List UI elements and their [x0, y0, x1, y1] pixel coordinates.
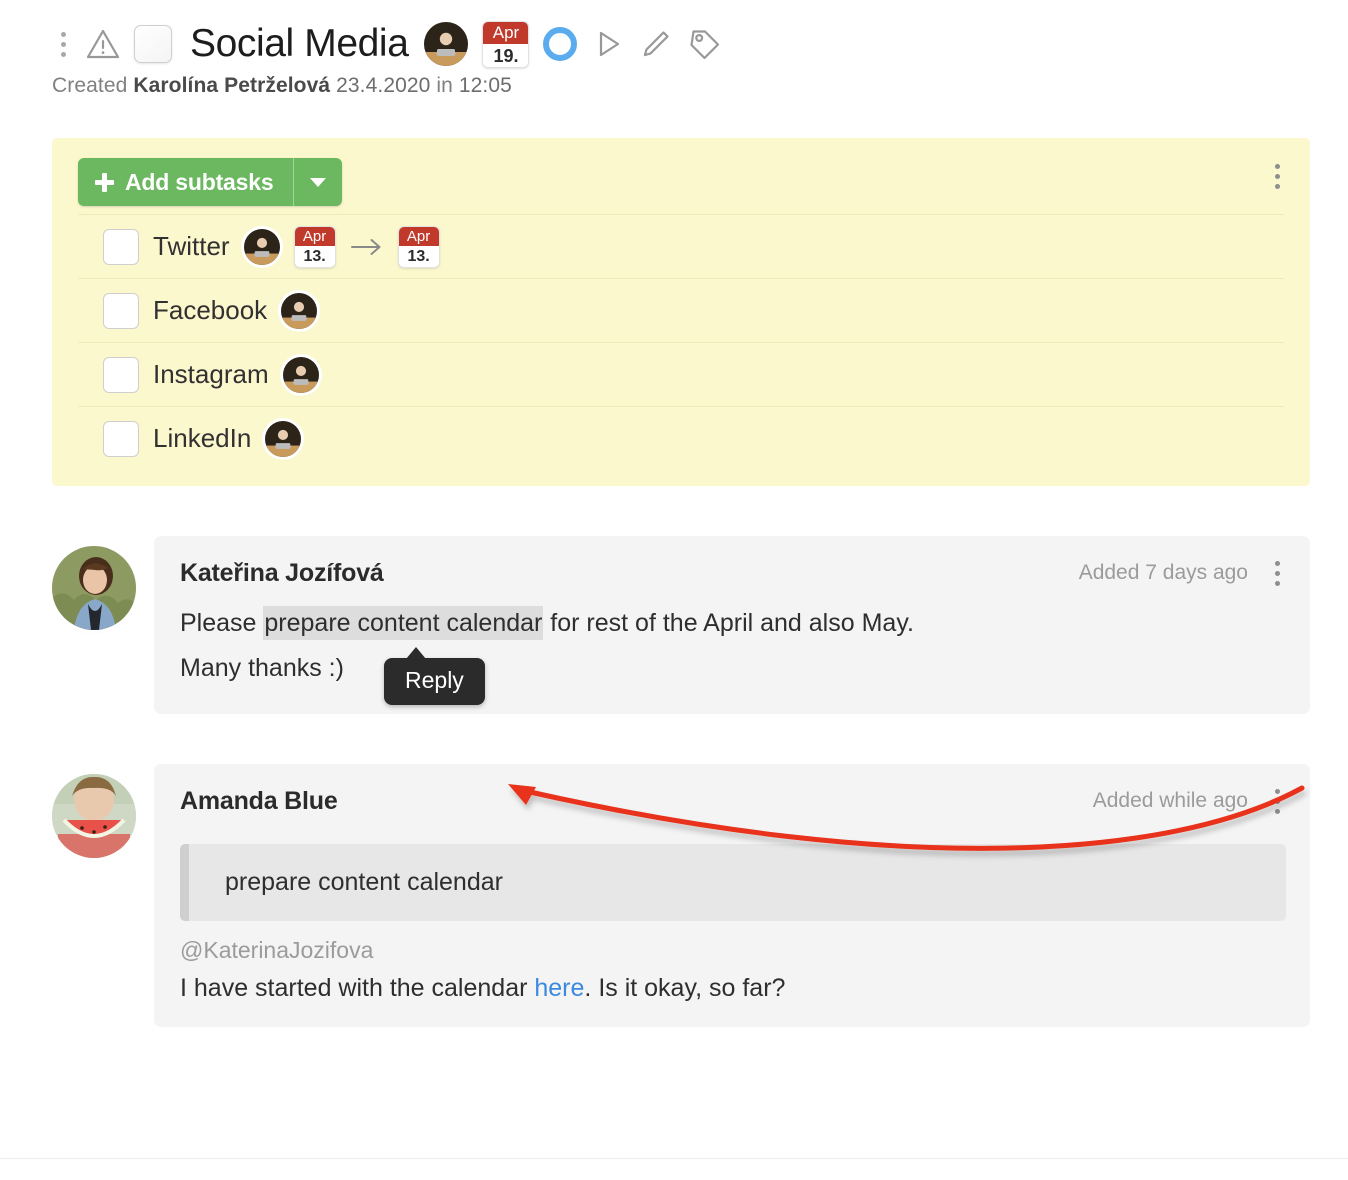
comments-area: Kateřina Jozífová Added 7 days ago Pleas…	[0, 536, 1348, 1027]
comment-options-menu-icon[interactable]	[1268, 784, 1286, 818]
created-date: 23.4.2020	[336, 74, 431, 97]
start-date-day: 13.	[294, 245, 335, 267]
page-title: Social Media	[190, 22, 409, 65]
created-in-word: in	[436, 74, 453, 97]
task-detail-page: Social Media Apr 19. Created Karolína Pe…	[0, 0, 1348, 1180]
plus-icon	[95, 172, 114, 192]
comment-text-line-2: Many thanks :)	[180, 654, 344, 682]
comment-author: Kateřina Jozífová	[180, 558, 384, 587]
subtasks-panel: Add subtasks Twitter Apr 13. Apr 13. Fac…	[52, 138, 1310, 486]
quoted-text-block: prepare content calendar	[180, 844, 1286, 921]
subtask-due-date-badge[interactable]: Apr 13.	[397, 225, 440, 268]
due-date-badge[interactable]: Apr 19.	[482, 20, 530, 68]
due-date-month: Apr	[398, 226, 439, 246]
comment-timestamp: Added while ago	[1092, 789, 1248, 812]
subtask-checkbox[interactable]	[103, 420, 139, 457]
subtask-row[interactable]: Facebook	[78, 278, 1284, 342]
reply-text-suffix: . Is it okay, so far?	[584, 974, 786, 1002]
due-date-day: 13.	[398, 245, 439, 267]
comment: Amanda Blue Added while ago prepare cont…	[52, 764, 1310, 1027]
tag-icon[interactable]	[687, 27, 721, 61]
reply-text-prefix: I have started with the calendar	[180, 974, 535, 1002]
assignee-avatar[interactable]	[424, 22, 469, 66]
subtask-checkbox[interactable]	[103, 292, 139, 329]
circle-ring-icon[interactable]	[543, 27, 578, 61]
subtask-checkbox[interactable]	[103, 228, 139, 265]
subtask-start-date-badge[interactable]: Apr 13.	[293, 225, 336, 268]
comment-text-line-1: Please prepare content calendar for rest…	[180, 602, 1286, 645]
comment: Kateřina Jozífová Added 7 days ago Pleas…	[52, 536, 1310, 714]
subtask-checkbox[interactable]	[103, 356, 139, 393]
reply-tooltip-label: Reply	[405, 667, 464, 693]
subtask-label: Instagram	[153, 359, 269, 389]
add-subtasks-button[interactable]: Add subtasks	[78, 158, 343, 206]
avatar-katerina-jozifova[interactable]	[52, 546, 136, 630]
comment-body: Kateřina Jozífová Added 7 days ago Pleas…	[154, 536, 1310, 714]
play-triangle-icon[interactable]	[591, 27, 625, 61]
subtask-assignee-avatar[interactable]	[281, 292, 318, 329]
subtask-label: Twitter	[153, 231, 230, 261]
subtask-label: LinkedIn	[153, 423, 252, 453]
comment-reply-text: I have started with the calendar here. I…	[180, 974, 1286, 1003]
selected-text-highlight[interactable]: prepare content calendar	[263, 606, 544, 640]
subtask-row[interactable]: Twitter Apr 13. Apr 13.	[78, 214, 1284, 278]
start-date-month: Apr	[294, 226, 335, 246]
comment-text-prefix: Please	[180, 609, 264, 637]
comment-timestamp: Added 7 days ago	[1078, 561, 1248, 584]
reply-tooltip[interactable]: Reply	[384, 647, 485, 705]
subtask-label: Facebook	[153, 295, 268, 325]
warning-triangle-icon	[86, 27, 120, 61]
created-author: Karolína Petrželová	[133, 74, 331, 97]
created-prefix: Created	[52, 74, 128, 97]
task-options-menu-icon[interactable]	[54, 27, 72, 61]
subtask-row[interactable]: Instagram	[78, 342, 1284, 406]
inline-link-here[interactable]: here	[534, 974, 584, 1002]
arrow-right-icon	[350, 236, 384, 258]
comment-options-menu-icon[interactable]	[1268, 556, 1286, 590]
due-date-day: 19.	[483, 43, 529, 67]
add-subtasks-dropdown[interactable]	[293, 158, 342, 206]
comment-author: Amanda Blue	[180, 786, 338, 815]
comment-body: Amanda Blue Added while ago prepare cont…	[154, 764, 1310, 1027]
task-header: Social Media Apr 19.	[0, 0, 1348, 68]
avatar-amanda-blue[interactable]	[52, 774, 136, 858]
subtask-assignee-avatar[interactable]	[243, 228, 280, 265]
subtask-row[interactable]: LinkedIn	[78, 406, 1284, 470]
pencil-icon[interactable]	[639, 27, 673, 61]
footer-divider	[0, 1158, 1348, 1180]
due-date-month: Apr	[483, 21, 529, 44]
comment-header: Kateřina Jozífová Added 7 days ago	[180, 556, 1286, 590]
chevron-down-icon	[310, 177, 327, 187]
comment-text-suffix: for rest of the April and also May.	[543, 609, 914, 637]
add-subtasks-label: Add subtasks	[125, 168, 274, 195]
created-info: Created Karolína Petrželová 23.4.2020 in…	[0, 62, 1348, 98]
task-complete-checkbox[interactable]	[134, 25, 172, 63]
mention-label[interactable]: @KaterinaJozifova	[180, 937, 1286, 964]
subtask-assignee-avatar[interactable]	[282, 356, 319, 393]
comment-header: Amanda Blue Added while ago	[180, 784, 1286, 818]
subtasks-panel-menu-icon[interactable]	[1268, 156, 1286, 194]
created-time: 12:05	[458, 74, 512, 97]
subtask-assignee-avatar[interactable]	[265, 420, 302, 457]
